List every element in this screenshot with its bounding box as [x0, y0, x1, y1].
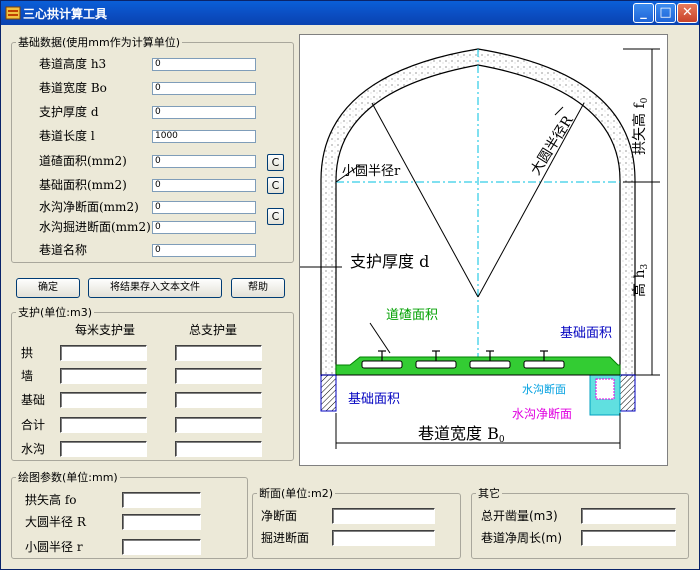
maximize-icon: □ — [659, 5, 672, 20]
basic-field-input[interactable]: 0 — [152, 201, 256, 214]
support-row-label: 墙 — [21, 369, 34, 383]
total-output[interactable] — [175, 417, 262, 433]
width-text: 巷道宽度 B0 — [418, 424, 505, 445]
ditch-section-text: 水沟断面 — [522, 382, 566, 396]
support-row-label: 基础 — [21, 393, 46, 407]
app-window: 三心拱计算工具 _ □ ✕ 基础数据(使用mm作为计算单位) 巷道高度 h3 0 巷… — [0, 0, 700, 570]
section-row-label: 掘进断面 — [261, 531, 310, 545]
drawing-param-output[interactable] — [122, 514, 201, 530]
basic-field-input[interactable]: 0 — [152, 179, 256, 192]
section-output[interactable] — [332, 530, 435, 546]
basic-data-legend: 基础数据(使用mm作为计算单位) — [18, 36, 181, 49]
foundation-area-left-text: 基础面积 — [348, 392, 400, 407]
foundation-area-right-text: 基础面积 — [560, 326, 612, 341]
basic-field-label: 巷道高度 h3 — [39, 57, 107, 71]
basic-field-input[interactable]: 0 — [152, 221, 256, 234]
drawing-params-legend: 绘图参数(单位:mm) — [18, 471, 118, 484]
drawing-param-label: 大圆半径 R — [25, 515, 86, 529]
ballast-area-text: 道碴面积 — [386, 308, 438, 323]
drawing-param-label: 拱矢高 fo — [25, 493, 77, 507]
basic-field-label: 巷道宽度 Bo — [39, 81, 107, 95]
support-thickness-text: 支护厚度 d — [350, 252, 429, 271]
basic-field-label: 巷道长度 l — [39, 129, 95, 143]
per-meter-output[interactable] — [60, 368, 147, 384]
drawing-param-output[interactable] — [122, 539, 201, 555]
big-radius-text: 大圆半径R — [528, 113, 577, 178]
drawing-param-output[interactable] — [122, 492, 201, 508]
maximize-button[interactable]: □ — [655, 3, 676, 23]
basic-field-label: 基础面积(mm2) — [39, 178, 127, 192]
basic-field-input[interactable]: 0 — [152, 155, 256, 168]
support-row-label: 水沟 — [21, 442, 46, 456]
help-button[interactable]: 帮助 — [231, 278, 285, 298]
other-row-label: 总开凿量(m3) — [481, 509, 558, 523]
small-radius-text: 小圆半径r — [342, 164, 401, 179]
other-legend: 其它 — [478, 487, 500, 500]
arch-diagram: 小圆半径r 大圆半径R 支护厚度 d 拱矢高 f0 高 h3 道碴面积 基础面积… — [299, 34, 668, 466]
per-meter-output[interactable] — [60, 345, 147, 361]
drawing-param-label: 小圆半径 r — [25, 540, 83, 554]
section-legend: 断面(单位:m2) — [259, 487, 334, 500]
foundation-c-button[interactable]: C — [267, 177, 284, 194]
close-icon: ✕ — [682, 5, 693, 20]
total-output[interactable] — [175, 345, 262, 361]
basic-field-label: 支护厚度 d — [39, 105, 99, 119]
total-output[interactable] — [175, 392, 262, 408]
per-meter-output[interactable] — [60, 392, 147, 408]
ditch-c-button[interactable]: C — [267, 208, 284, 225]
confirm-button[interactable]: 确定 — [16, 278, 80, 298]
support-row-label: 合计 — [21, 418, 46, 432]
app-icon — [5, 6, 21, 20]
basic-field-input[interactable]: 0 — [152, 244, 256, 257]
basic-field-input[interactable]: 0 — [152, 58, 256, 71]
basic-field-input[interactable]: 1000 — [152, 130, 256, 143]
close-button[interactable]: ✕ — [677, 3, 698, 23]
basic-field-label: 巷道名称 — [39, 243, 88, 257]
per-meter-output[interactable] — [60, 441, 147, 457]
support-legend: 支护(单位:m3) — [18, 306, 93, 319]
ballast-leader — [369, 322, 391, 354]
basic-field-input[interactable]: 0 — [152, 82, 256, 95]
basic-field-label: 道碴面积(mm2) — [39, 154, 127, 168]
total-output[interactable] — [175, 441, 262, 457]
section-row-label: 净断面 — [261, 509, 298, 523]
section-output[interactable] — [332, 508, 435, 524]
ballast-c-button[interactable]: C — [267, 154, 284, 171]
arch-diagram-svg: 小圆半径r 大圆半径R 支护厚度 d 拱矢高 f0 高 h3 道碴面积 基础面积… — [300, 48, 660, 449]
basic-field-label: 水沟净断面(mm2) — [39, 200, 139, 214]
per-meter-header: 每米支护量 — [75, 323, 136, 337]
total-output[interactable] — [175, 368, 262, 384]
basic-field-label: 水沟掘进断面(mm2) — [39, 220, 151, 234]
total-header: 总支护量 — [189, 323, 238, 337]
window-title: 三心拱计算工具 — [23, 7, 108, 21]
minimize-button[interactable]: _ — [633, 3, 654, 23]
other-output[interactable] — [581, 530, 676, 546]
arch-height-text: 拱矢高 f0 — [631, 97, 650, 155]
per-meter-output[interactable] — [60, 417, 147, 433]
other-row-label: 巷道净周长(m) — [481, 531, 563, 545]
minimize-icon: _ — [640, 5, 647, 20]
support-row-label: 拱 — [21, 346, 34, 360]
ditch-net — [595, 378, 615, 400]
ditch-net-section-text: 水沟净断面 — [512, 406, 572, 421]
foundation-right — [619, 374, 636, 412]
other-output[interactable] — [581, 508, 676, 524]
save-to-text-button[interactable]: 将结果存入文本文件 — [88, 278, 222, 298]
foundation-left — [320, 374, 337, 412]
title-bar: 三心拱计算工具 _ □ ✕ — [1, 1, 699, 25]
basic-field-input[interactable]: 0 — [152, 106, 256, 119]
